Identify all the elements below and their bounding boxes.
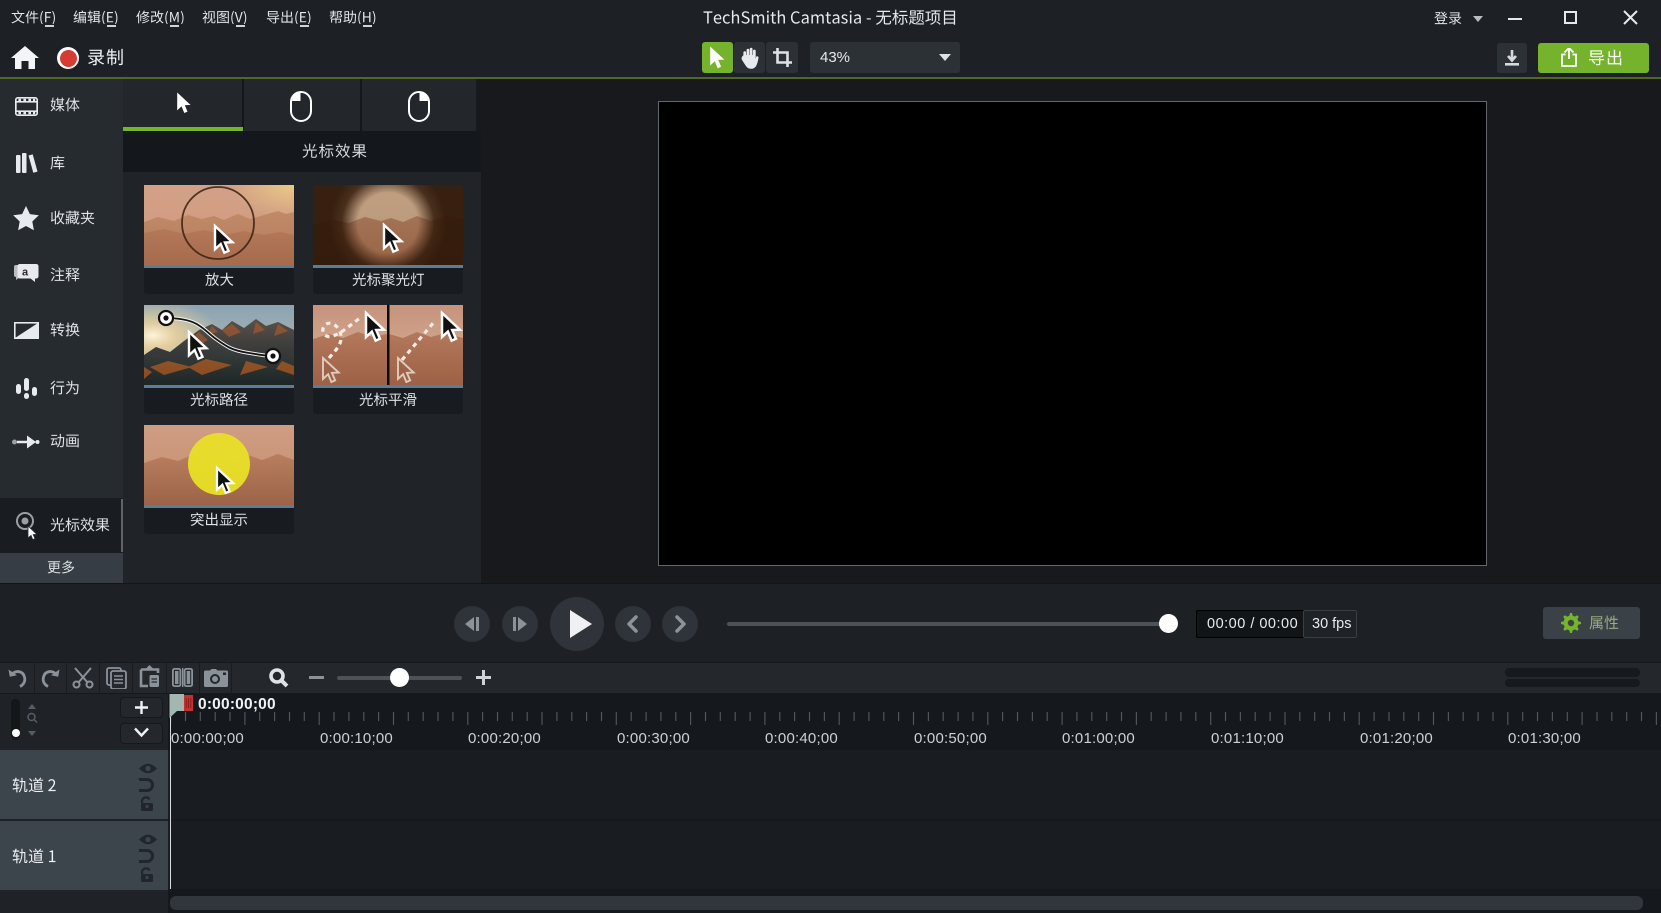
svg-text:a: a [22,267,29,279]
